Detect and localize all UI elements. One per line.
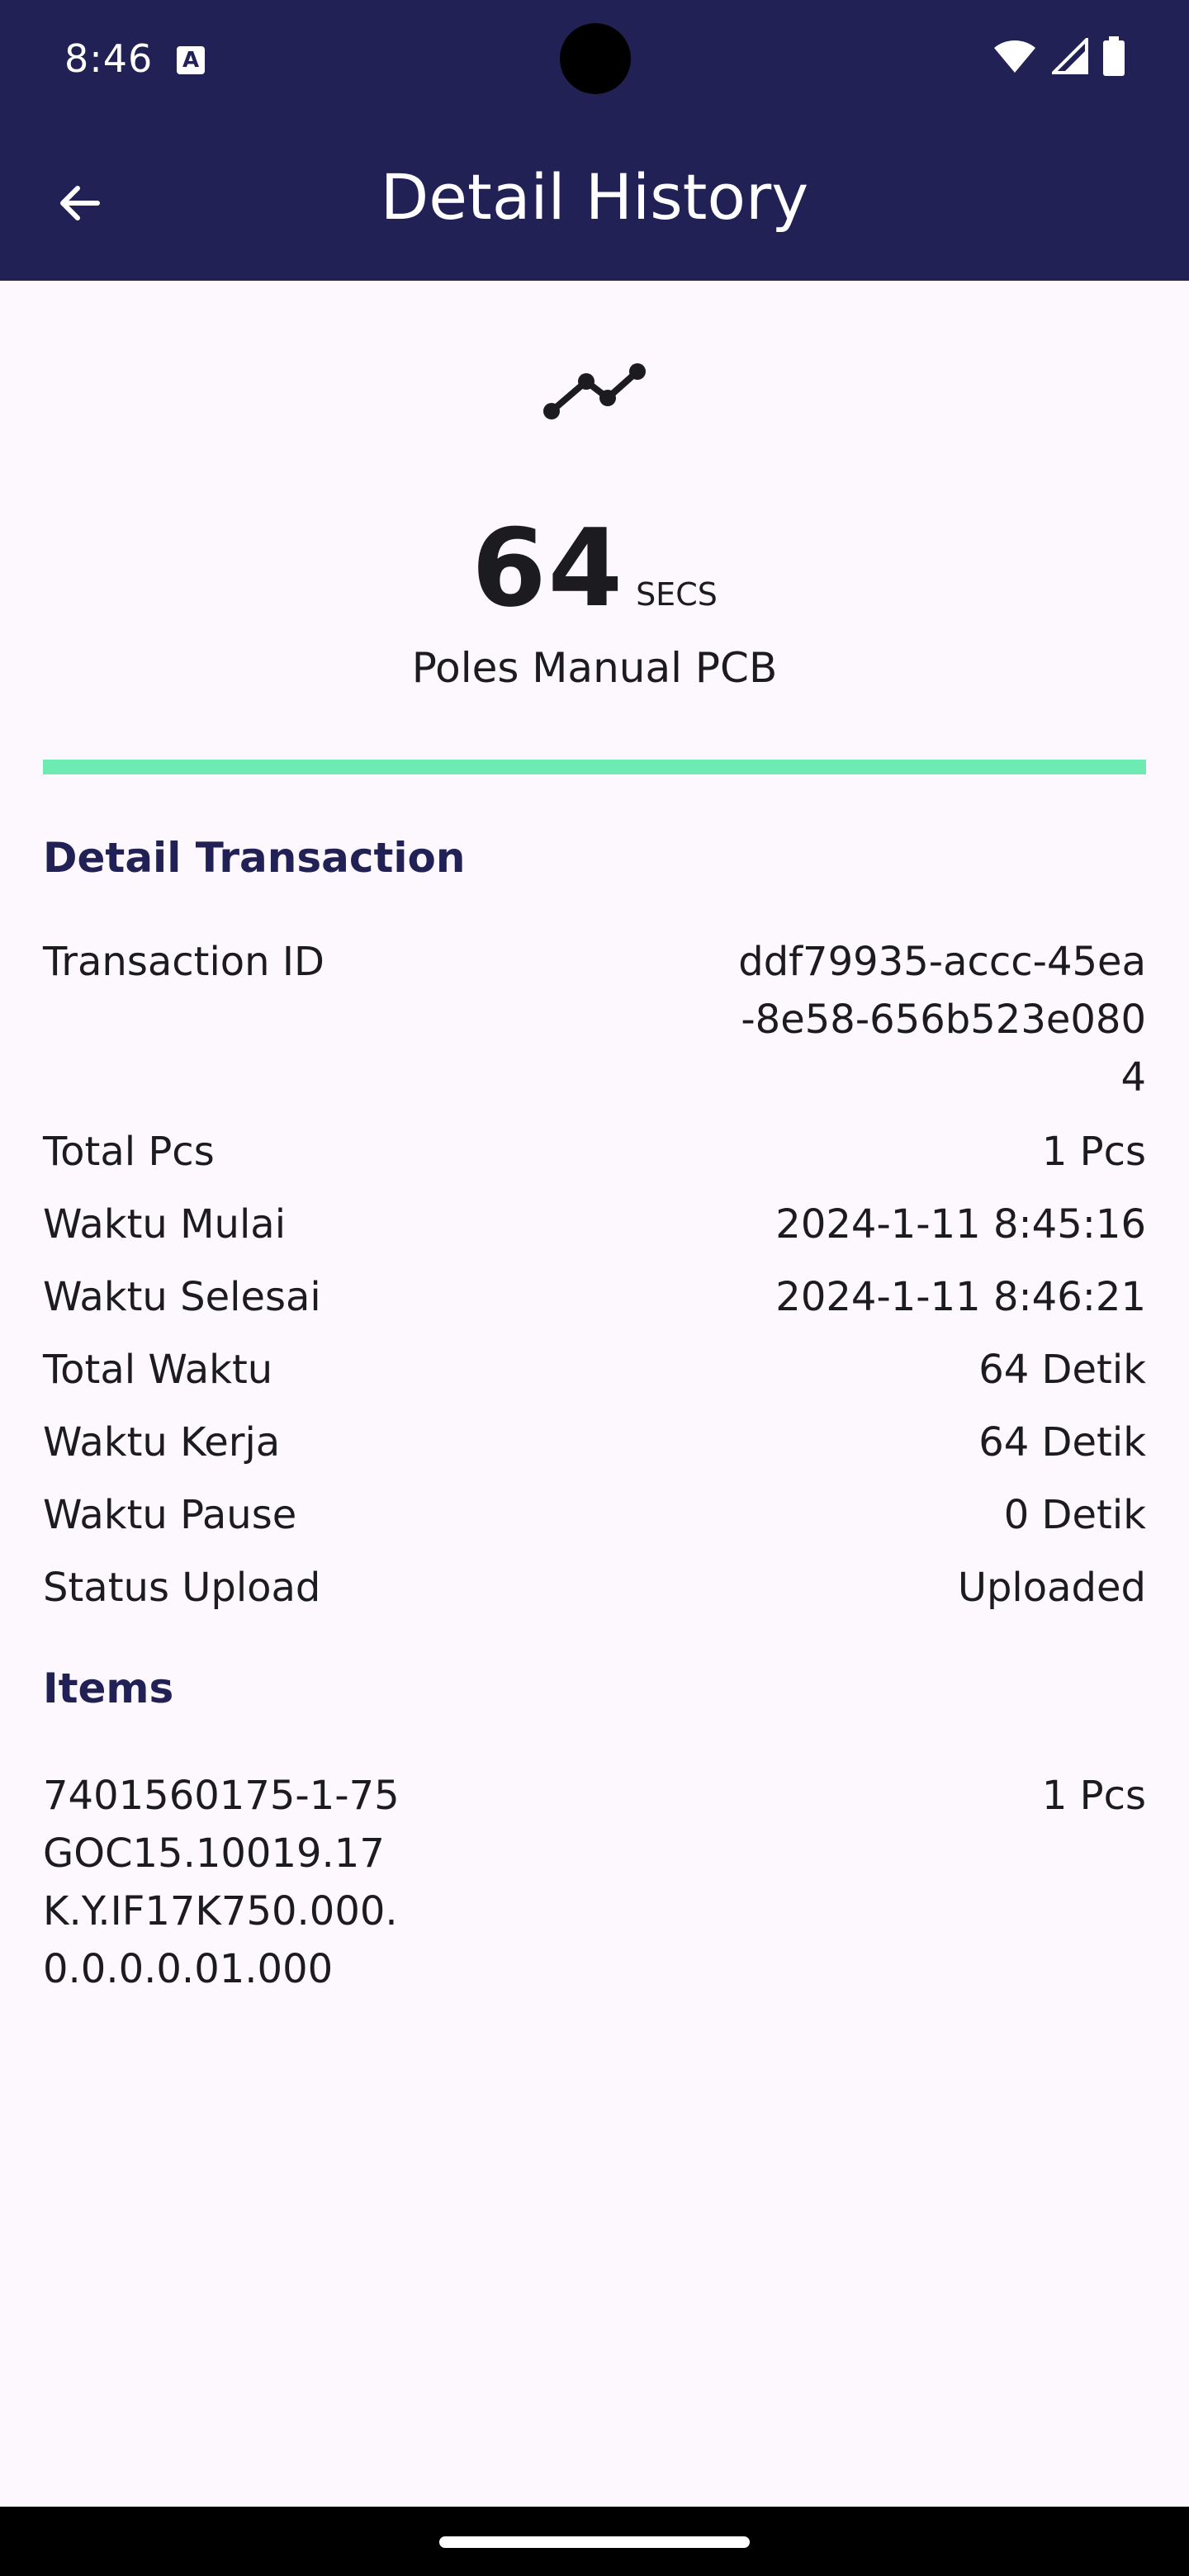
list-item: 7401560175-1-75GOC15.10019.17K.Y.IF17K75… bbox=[43, 1767, 1146, 1998]
detail-label: Transaction ID bbox=[43, 939, 324, 985]
signal-icon bbox=[1052, 38, 1088, 74]
detail-label: Status Upload bbox=[43, 1565, 321, 1611]
detail-row-total-waktu: Total Waktu 64 Detik bbox=[43, 1341, 1146, 1399]
detail-label: Waktu Pause bbox=[43, 1492, 297, 1538]
detail-value: 64 Detik bbox=[978, 1419, 1146, 1466]
item-code: 7401560175-1-75GOC15.10019.17K.Y.IF17K75… bbox=[43, 1773, 400, 1992]
detail-row-waktu-pause: Waktu Pause 0 Detik bbox=[43, 1486, 1146, 1544]
detail-row-waktu-selesai: Waktu Selesai 2024-1-11 8:46:21 bbox=[43, 1268, 1146, 1326]
duration-value: 64 bbox=[471, 505, 625, 631]
detail-row-total-pcs: Total Pcs 1 Pcs bbox=[43, 1123, 1146, 1181]
status-time: 8:46 bbox=[64, 36, 154, 81]
detail-value: ddf79935-accc-45ea-8e58-656b523e0804 bbox=[738, 939, 1146, 1101]
detail-value: 2024-1-11 8:46:21 bbox=[775, 1274, 1146, 1320]
detail-value: 2024-1-11 8:45:16 bbox=[775, 1201, 1146, 1248]
duration-display: 64 SECS bbox=[0, 505, 1189, 631]
app-bar: Detail History bbox=[0, 121, 1189, 281]
camera-cutout bbox=[560, 23, 631, 94]
progress-bar bbox=[43, 760, 1146, 774]
detail-row-transaction-id: Transaction ID ddf79935-accc-45ea-8e58-6… bbox=[43, 933, 1146, 1106]
duration-unit: SECS bbox=[636, 576, 718, 613]
battery-icon bbox=[1103, 36, 1125, 76]
detail-row-status-upload: Status Upload Uploaded bbox=[43, 1559, 1146, 1617]
home-handle[interactable] bbox=[439, 2536, 750, 2548]
detail-label: Waktu Mulai bbox=[43, 1201, 287, 1248]
item-qty: 1 Pcs bbox=[1041, 1773, 1146, 1819]
process-name: Poles Manual PCB bbox=[411, 644, 778, 692]
status-bar: 8:46 A bbox=[0, 0, 1189, 121]
system-nav-bar bbox=[0, 2507, 1189, 2576]
detail-transaction-heading: Detail Transaction bbox=[43, 834, 466, 882]
detail-label: Waktu Kerja bbox=[43, 1419, 281, 1466]
detail-value: 1 Pcs bbox=[1041, 1129, 1146, 1175]
wifi-icon bbox=[994, 40, 1035, 73]
detail-label: Total Waktu bbox=[43, 1347, 273, 1393]
items-heading: Items bbox=[43, 1664, 174, 1712]
status-icons bbox=[992, 36, 1125, 76]
detail-value: 64 Detik bbox=[978, 1347, 1146, 1393]
detail-label: Waktu Selesai bbox=[43, 1274, 321, 1320]
detail-row-waktu-kerja: Waktu Kerja 64 Detik bbox=[43, 1413, 1146, 1471]
detail-label: Total Pcs bbox=[43, 1129, 215, 1175]
trending-line-icon bbox=[543, 363, 646, 419]
detail-row-waktu-mulai: Waktu Mulai 2024-1-11 8:45:16 bbox=[43, 1196, 1146, 1253]
detail-value: Uploaded bbox=[957, 1565, 1146, 1611]
page-title: Detail History bbox=[380, 160, 809, 234]
detail-value: 0 Detik bbox=[1003, 1492, 1146, 1538]
a-icon: A bbox=[177, 46, 205, 74]
